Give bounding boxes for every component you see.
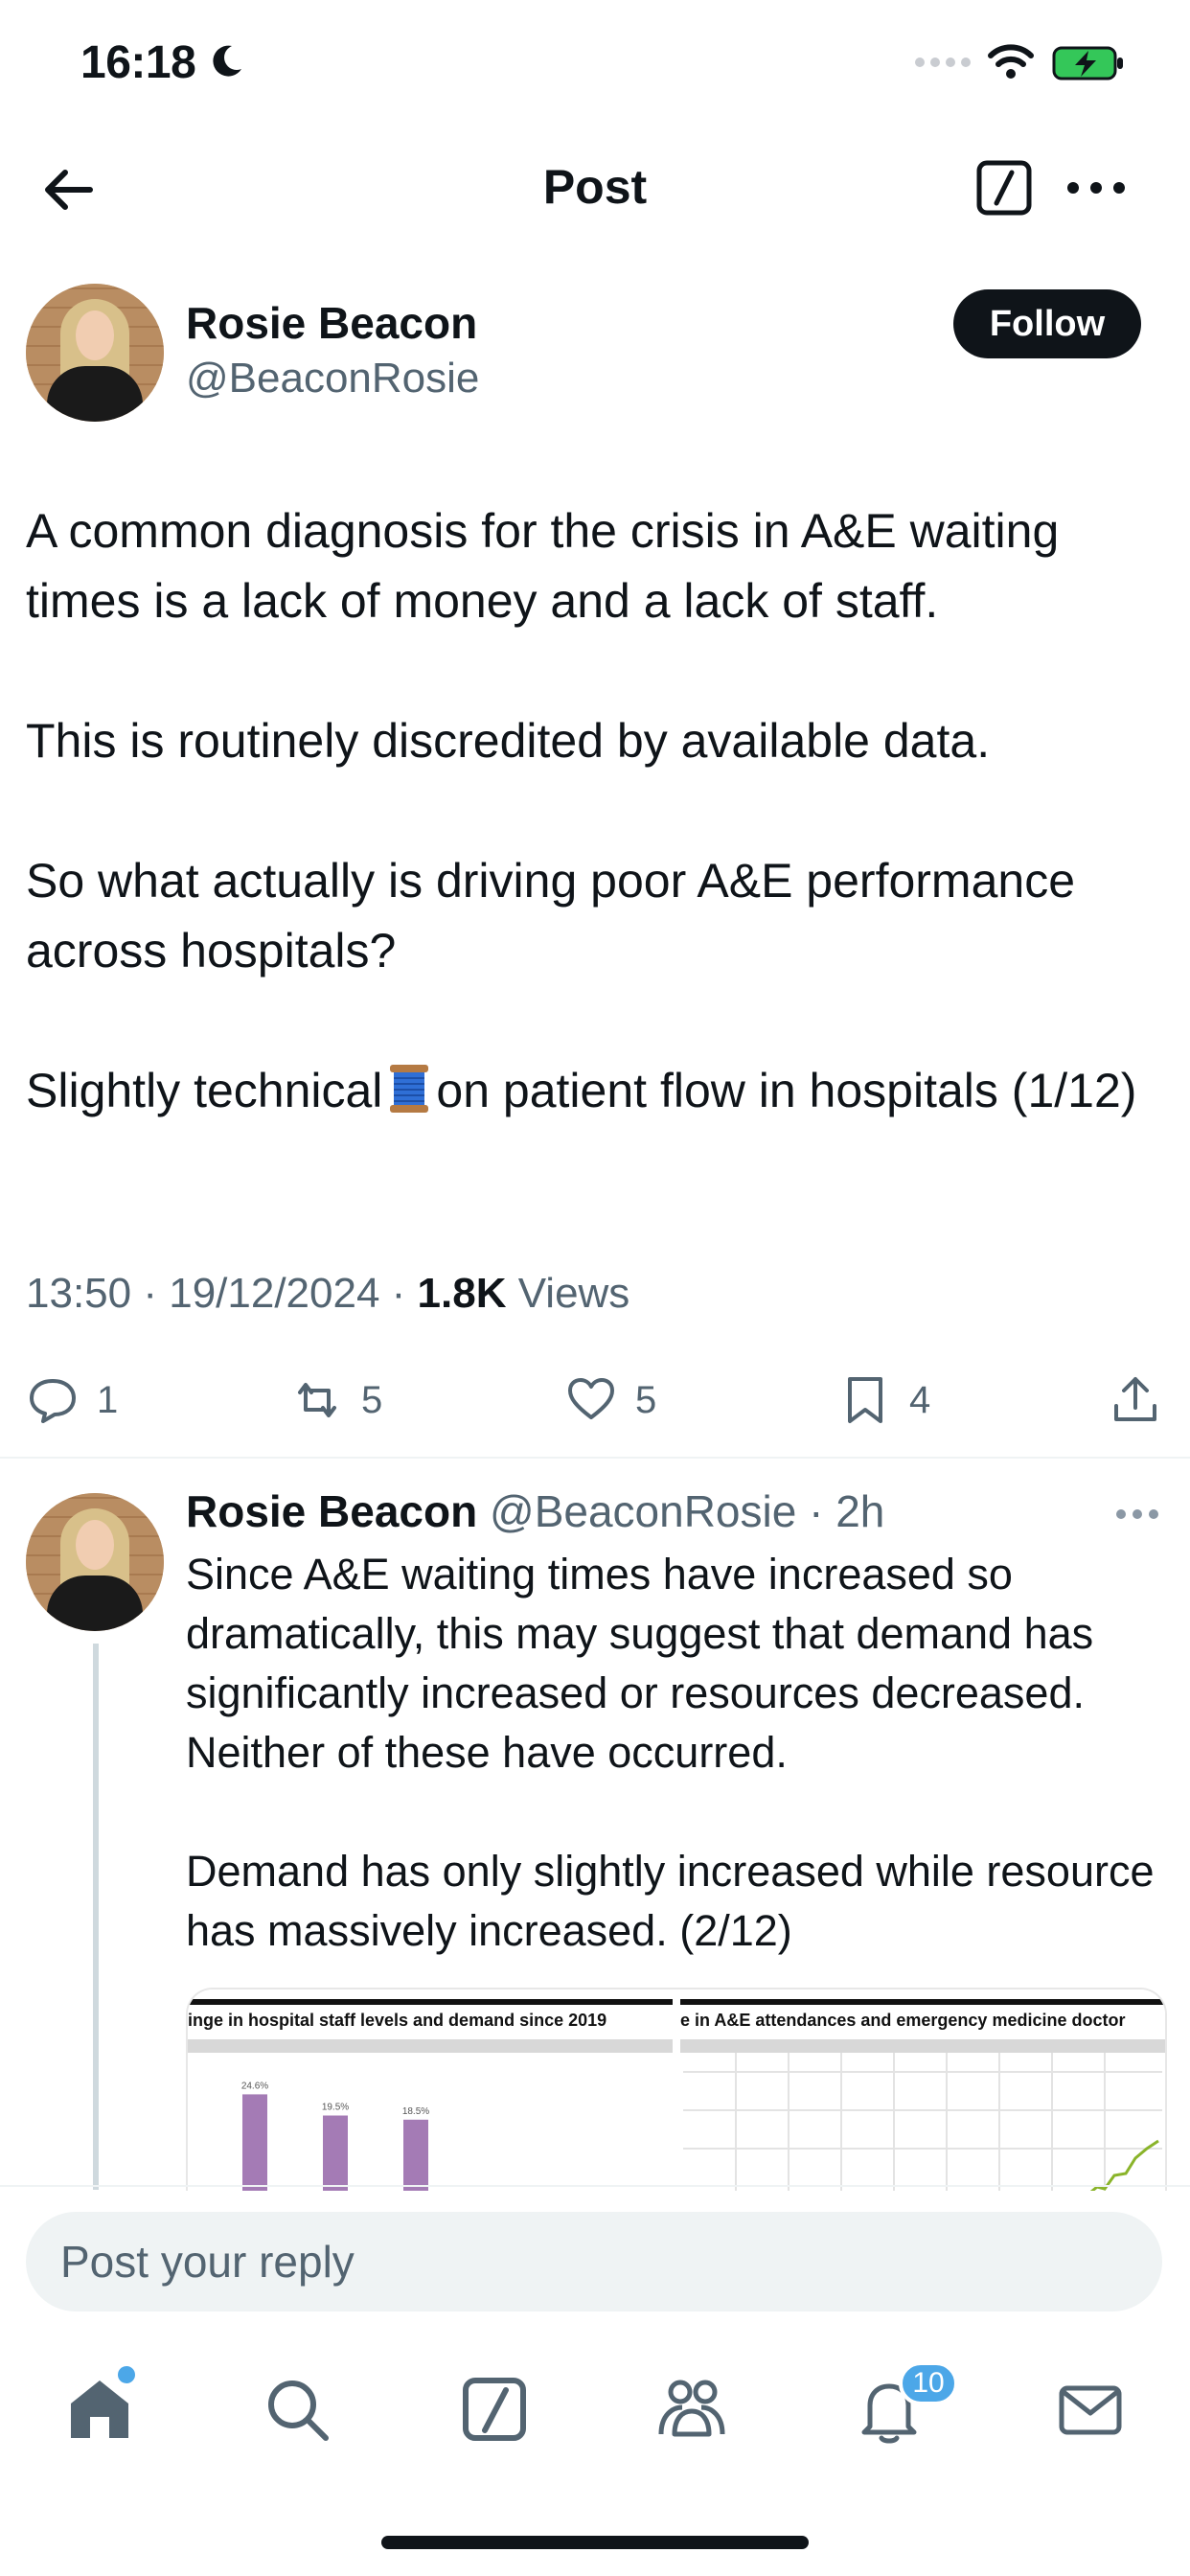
post-date: 19/12/2024 [169, 1270, 380, 1317]
chart-image-attendances[interactable]: e in A&E attendances and emergency medic… [680, 1990, 1165, 2191]
repost-button[interactable]: 5 [290, 1367, 382, 1434]
line-chart [683, 2053, 1162, 2191]
grok-icon[interactable] [456, 2371, 533, 2448]
moon-icon [213, 45, 241, 77]
post-paragraph: This is routinely discredited by availab… [26, 714, 991, 768]
spool-thread-icon [390, 1065, 429, 1113]
reply-count: 1 [97, 1378, 119, 1421]
reply-paragraph: Demand has only slightly increased while… [186, 1847, 1155, 1955]
post-paragraph: on patient flow in hospitals (1/12) [436, 1064, 1137, 1117]
reply-button[interactable]: 1 [26, 1367, 118, 1434]
chart-caption: e in A&E attendances and emergency medic… [680, 2011, 1126, 2030]
composer-divider [0, 2185, 1190, 2187]
views-count: 1.8K [417, 1270, 507, 1317]
home-unread-dot [115, 2363, 138, 2386]
like-count: 5 [635, 1378, 657, 1421]
compose-icon[interactable] [975, 159, 1033, 217]
post-paragraph: So what actually is driving poor A&E per… [26, 854, 1075, 978]
share-icon [1114, 1377, 1156, 1421]
reply-avatar[interactable] [26, 1493, 164, 1631]
views-label[interactable]: Views [518, 1270, 630, 1317]
avatar[interactable] [26, 284, 164, 422]
more-options-icon[interactable] [1065, 172, 1127, 203]
chart-bar [242, 2094, 267, 2191]
reply-media[interactable]: inge in hospital staff levels and demand… [186, 1988, 1167, 2191]
chart-title-rule [188, 1999, 673, 2005]
reply-header: Rosie Beacon @BeaconRosie · 2h [186, 1486, 885, 1536]
reply-input[interactable]: Post your reply [26, 2212, 1162, 2312]
status-time: 16:18 [80, 37, 196, 88]
chart-bar [323, 2115, 348, 2191]
battery-charging-icon [1052, 46, 1123, 80]
reply-more-icon[interactable] [1115, 1506, 1159, 1522]
like-button[interactable]: 5 [564, 1367, 656, 1434]
thread-line [93, 1644, 99, 2190]
repost-count: 5 [361, 1378, 383, 1421]
author-name[interactable]: Rosie Beacon [186, 297, 477, 349]
reply-paragraph: Since A&E waiting times have increased s… [186, 1550, 1094, 1777]
bar-chart: 24.6% 19.5% 18.5% [241, 2081, 429, 2191]
chart-image-staff-levels[interactable]: inge in hospital staff levels and demand… [188, 1990, 673, 2191]
chart-data-label: 18.5% [402, 2106, 429, 2117]
chart-header-band [680, 2039, 1165, 2053]
reply-text: Since A&E waiting times have increased s… [186, 1545, 1173, 1961]
share-button[interactable] [1109, 1367, 1162, 1434]
heart-icon [568, 1378, 614, 1419]
repost-icon [298, 1383, 336, 1417]
bookmark-icon [848, 1377, 882, 1423]
chart-bar [403, 2119, 428, 2191]
post-paragraph: Slightly technical [26, 1064, 383, 1117]
reply-author-handle[interactable]: @BeaconRosie [490, 1486, 796, 1536]
post-meta: 13:50 · 19/12/2024 · 1.8K Views [26, 1270, 630, 1317]
messages-icon[interactable] [1052, 2371, 1129, 2448]
post-paragraph: A common diagnosis for the crisis in A&E… [26, 504, 1060, 628]
post-actions: 1 5 5 4 [26, 1367, 1166, 1434]
chart-data-label: 24.6% [241, 2081, 268, 2091]
post-time: 13:50 [26, 1270, 132, 1317]
notifications-badge: 10 [899, 2361, 958, 2405]
follow-button[interactable]: Follow [953, 289, 1141, 358]
communities-icon[interactable] [653, 2371, 730, 2448]
chart-header-band [188, 2039, 673, 2053]
bookmark-count: 4 [909, 1378, 931, 1421]
reply-icon [30, 1379, 76, 1423]
home-indicator [381, 2536, 809, 2549]
chart-title-rule [680, 1999, 1165, 2005]
cellular-signal-icon [915, 58, 971, 67]
reply-author-name[interactable]: Rosie Beacon [186, 1486, 477, 1536]
wifi-icon [988, 44, 1034, 79]
gridlines [683, 2053, 1162, 2191]
bookmark-button[interactable]: 4 [838, 1367, 930, 1434]
post-text: A common diagnosis for the crisis in A&E… [26, 496, 1166, 1126]
chart-data-label: 19.5% [322, 2103, 349, 2113]
reply-age: 2h [835, 1486, 885, 1536]
divider [0, 1457, 1190, 1459]
chart-caption: inge in hospital staff levels and demand… [188, 2011, 607, 2030]
author-handle[interactable]: @BeaconRosie [186, 355, 479, 402]
search-icon[interactable] [259, 2371, 335, 2448]
